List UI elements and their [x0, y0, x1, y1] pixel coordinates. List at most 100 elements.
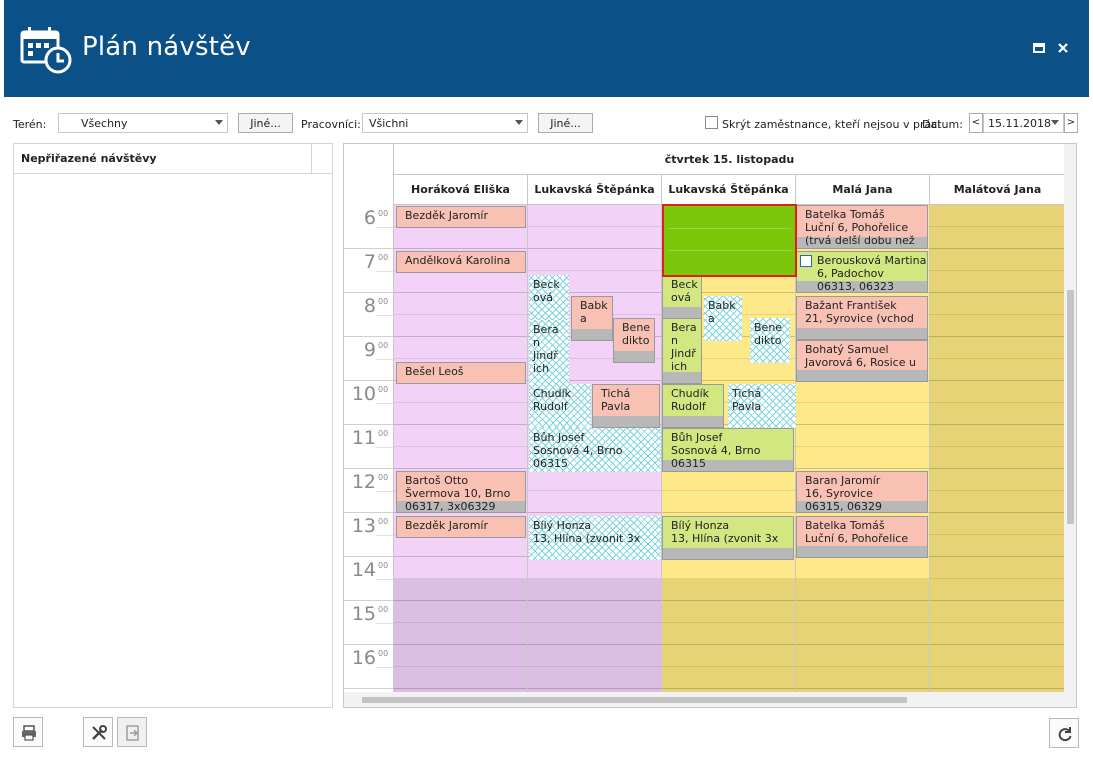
maximize-icon[interactable]	[1031, 40, 1047, 56]
time-slot[interactable]	[930, 469, 1064, 491]
resource-header[interactable]: Malá Jana	[795, 175, 929, 205]
time-slot[interactable]	[528, 579, 661, 601]
appointment[interactable]: Berousková Martina 6, Padochov 06313, 0632…	[796, 251, 928, 293]
time-slot[interactable]	[930, 601, 1064, 623]
time-slot[interactable]	[662, 491, 795, 513]
time-slot[interactable]	[930, 403, 1064, 425]
appointment[interactable]: Bůh Josef Sosnová 4, Brno 06315	[529, 428, 661, 472]
time-slot[interactable]	[796, 403, 929, 425]
time-slot[interactable]	[930, 645, 1064, 667]
time-slot[interactable]	[930, 535, 1064, 557]
appointment[interactable]: Tichá Pavla	[728, 384, 796, 428]
date-picker[interactable]: 15.11.2018	[983, 113, 1064, 133]
horizontal-scrollbar[interactable]	[344, 692, 1076, 707]
appointment[interactable]: Bůh Josef Sosnová 4, Brno 06315	[662, 428, 794, 472]
time-slot[interactable]	[394, 271, 527, 293]
time-slot[interactable]	[662, 601, 795, 623]
time-slot[interactable]	[394, 645, 527, 667]
time-slot[interactable]	[394, 557, 527, 579]
time-slot[interactable]	[662, 623, 795, 645]
resource-column[interactable]	[393, 205, 527, 692]
appointment[interactable]: Beck ová	[662, 275, 702, 319]
time-slot[interactable]	[394, 381, 527, 403]
time-slot[interactable]	[662, 645, 795, 667]
time-slot[interactable]	[930, 667, 1064, 689]
resource-header[interactable]: Malátová Jana	[929, 175, 1064, 205]
time-slot[interactable]	[662, 579, 795, 601]
time-slot[interactable]	[528, 645, 661, 667]
time-slot[interactable]	[930, 315, 1064, 337]
time-slot[interactable]	[528, 249, 661, 271]
time-slot[interactable]	[528, 227, 661, 249]
time-slot[interactable]	[662, 557, 795, 579]
appointment[interactable]: Bezděk Jaromír	[396, 206, 526, 228]
resource-header[interactable]: Lukavská Štěpánka	[527, 175, 661, 205]
appointment[interactable]: Baran Jaromír 16, Syrovice 06315, 06329	[796, 471, 928, 513]
time-slot[interactable]	[796, 381, 929, 403]
scroll-thumb[interactable]	[362, 697, 907, 703]
time-slot[interactable]	[796, 645, 929, 667]
export-button[interactable]	[117, 717, 147, 747]
appointment[interactable]: Babk a	[571, 296, 613, 341]
appointment[interactable]: Babk a	[704, 296, 742, 341]
time-slot[interactable]	[796, 667, 929, 689]
time-slot[interactable]	[394, 535, 527, 557]
appointment[interactable]: Tichá Pavla	[592, 384, 660, 428]
appointment[interactable]: Chudík Rudolf	[662, 384, 724, 428]
time-slot[interactable]	[796, 557, 929, 579]
appointment[interactable]: Bene dikto	[750, 318, 790, 363]
appointment[interactable]: Bílý Honza 13, Hlína (zvonit 3x	[529, 516, 661, 560]
scheduler-grid[interactable]: čtvrtek 15. listopadu Horáková Eliška Luk…	[344, 144, 1064, 692]
time-slot[interactable]	[394, 315, 527, 337]
appointment[interactable]: Batelka Tomáš Luční 6, Pohořelice	[796, 516, 928, 558]
time-slot[interactable]	[528, 667, 661, 689]
time-slot[interactable]	[394, 623, 527, 645]
time-slot[interactable]	[394, 579, 527, 601]
time-slot[interactable]	[528, 601, 661, 623]
appointment[interactable]: Bažant František 21, Syrovice (vchod	[796, 296, 928, 340]
time-slot[interactable]	[528, 557, 661, 579]
appointment[interactable]: Bešel Leoš	[396, 362, 526, 384]
time-slot[interactable]	[930, 381, 1064, 403]
appointment[interactable]: Batelka Tomáš Luční 6, Pohořelice (trvá de…	[796, 205, 928, 249]
time-slot[interactable]	[930, 623, 1064, 645]
selected-time-range[interactable]	[662, 204, 797, 277]
hide-absent-checkbox[interactable]	[705, 116, 718, 129]
time-slot[interactable]	[930, 227, 1064, 249]
time-slot[interactable]	[930, 337, 1064, 359]
pracovnici-other-button[interactable]: Jiné...	[538, 113, 593, 133]
teren-other-button[interactable]: Jiné...	[238, 113, 293, 133]
time-slot[interactable]	[394, 447, 527, 469]
appointment[interactable]: Andělková Karolina	[396, 251, 526, 273]
appointment[interactable]: Bartoš Otto Švermova 10, Brno 06317, 3x063…	[396, 471, 526, 513]
appointment[interactable]: Bera n Jindř ich	[529, 320, 569, 386]
time-slot[interactable]	[796, 601, 929, 623]
vertical-scrollbar[interactable]	[1064, 144, 1076, 692]
next-day-button[interactable]: >	[1064, 113, 1078, 133]
time-slot[interactable]	[930, 425, 1064, 447]
time-slot[interactable]	[528, 623, 661, 645]
time-slot[interactable]	[394, 227, 527, 249]
scroll-thumb[interactable]	[1067, 290, 1074, 524]
appointment[interactable]: Bene dikto	[613, 318, 655, 363]
pracovnici-select[interactable]: Všichni	[362, 113, 528, 133]
time-slot[interactable]	[662, 667, 795, 689]
resource-header[interactable]: Lukavská Štěpánka	[661, 175, 795, 205]
time-slot[interactable]	[930, 293, 1064, 315]
time-slot[interactable]	[394, 601, 527, 623]
time-slot[interactable]	[662, 469, 795, 491]
time-slot[interactable]	[394, 667, 527, 689]
prev-day-button[interactable]: <	[969, 113, 983, 133]
appointment[interactable]: Bílý Honza 13, Hlína (zvonit 3x	[662, 516, 794, 560]
time-slot[interactable]	[930, 249, 1064, 271]
appointment[interactable]: Chudík Rudolf	[529, 384, 591, 428]
time-slot[interactable]	[528, 469, 661, 491]
time-slot[interactable]	[394, 337, 527, 359]
time-slot[interactable]	[796, 447, 929, 469]
resource-column[interactable]	[929, 205, 1064, 692]
time-slot[interactable]	[930, 557, 1064, 579]
appointment[interactable]: Bohatý Samuel Javorová 6, Rosice u	[796, 340, 928, 382]
time-slot[interactable]	[528, 491, 661, 513]
time-slot[interactable]	[930, 359, 1064, 381]
time-slot[interactable]	[528, 205, 661, 227]
